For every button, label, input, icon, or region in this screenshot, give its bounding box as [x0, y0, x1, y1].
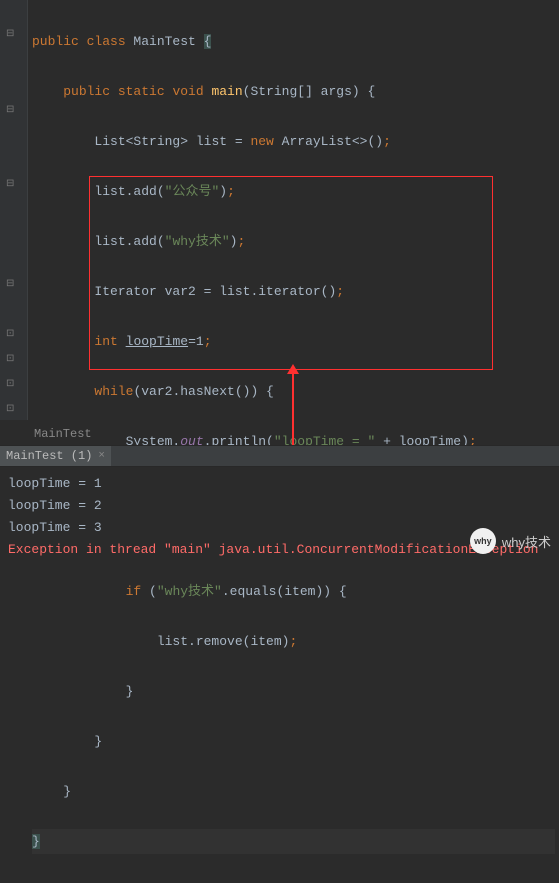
highlight-box-loop [89, 176, 493, 370]
code-line: if ("why技术".equals(item)) { [32, 579, 555, 604]
fold-icon[interactable]: ⊡ [6, 353, 14, 365]
watermark: why why技术 [470, 528, 551, 554]
avatar: why [470, 528, 496, 554]
fold-icon[interactable]: ⊡ [6, 328, 14, 340]
run-tab[interactable]: MainTest (1) × [0, 446, 111, 466]
run-tab-bar: MainTest (1) × [0, 445, 559, 467]
tab-label: MainTest (1) [6, 449, 92, 463]
code-line: } [32, 829, 555, 854]
fold-icon[interactable]: ⊟ [6, 28, 14, 40]
watermark-text: why技术 [502, 532, 551, 551]
console-line: loopTime = 2 [8, 495, 551, 517]
fold-icon[interactable]: ⊟ [6, 278, 14, 290]
code-line: } [32, 679, 555, 704]
editor-gutter: ⊟ ⊟ ⊟ ⊟ ⊡ ⊡ ⊡ ⊡ [0, 0, 28, 420]
code-line: public class MainTest { [32, 29, 555, 54]
fold-icon[interactable]: ⊡ [6, 378, 14, 390]
code-line: } [32, 729, 555, 754]
console-output[interactable]: loopTime = 1 loopTime = 2 loopTime = 3 E… [0, 467, 559, 572]
fold-icon[interactable]: ⊟ [6, 104, 14, 116]
console-line: loopTime = 1 [8, 473, 551, 495]
fold-icon[interactable]: ⊡ [6, 403, 14, 415]
fold-icon[interactable]: ⊟ [6, 178, 14, 190]
code-line: public static void main(String[] args) { [32, 79, 555, 104]
code-line: List<String> list = new ArrayList<>(); [32, 129, 555, 154]
close-icon[interactable]: × [98, 450, 105, 462]
code-line: } [32, 779, 555, 804]
breadcrumb[interactable]: MainTest [28, 425, 98, 443]
code-line: list.remove(item); [32, 629, 555, 654]
